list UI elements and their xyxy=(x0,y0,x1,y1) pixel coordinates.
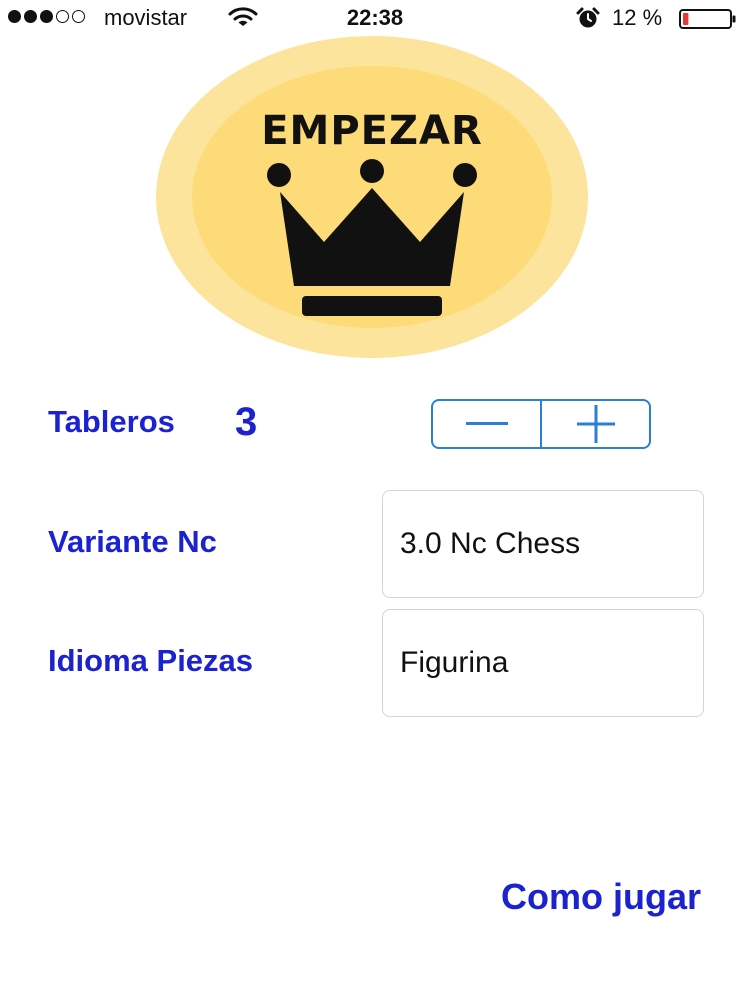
increment-button[interactable] xyxy=(540,401,649,447)
boards-count: 3 xyxy=(235,400,258,444)
start-game-button[interactable]: EMPEZAR xyxy=(156,36,588,358)
alarm-icon xyxy=(576,7,600,34)
battery-icon xyxy=(679,9,737,34)
how-to-play-link[interactable]: Como jugar xyxy=(501,876,701,918)
battery-percentage: 12 % xyxy=(612,5,663,30)
battery-level-fill xyxy=(683,13,689,25)
start-button-label: EMPEZAR xyxy=(261,108,483,154)
variant-selector[interactable]: 3.0 Nc Chess xyxy=(382,490,704,598)
variant-label: Variante Nc xyxy=(48,524,217,559)
boards-label: Tableros xyxy=(48,404,175,439)
decrement-button[interactable] xyxy=(433,401,540,447)
boards-stepper[interactable] xyxy=(431,399,651,449)
crown-icon xyxy=(262,156,482,361)
pieces-language-selector[interactable]: Figurina xyxy=(382,609,704,717)
status-bar: movistar 22:38 12 % xyxy=(0,0,750,36)
pieces-language-label: Idioma Piezas xyxy=(48,643,254,678)
